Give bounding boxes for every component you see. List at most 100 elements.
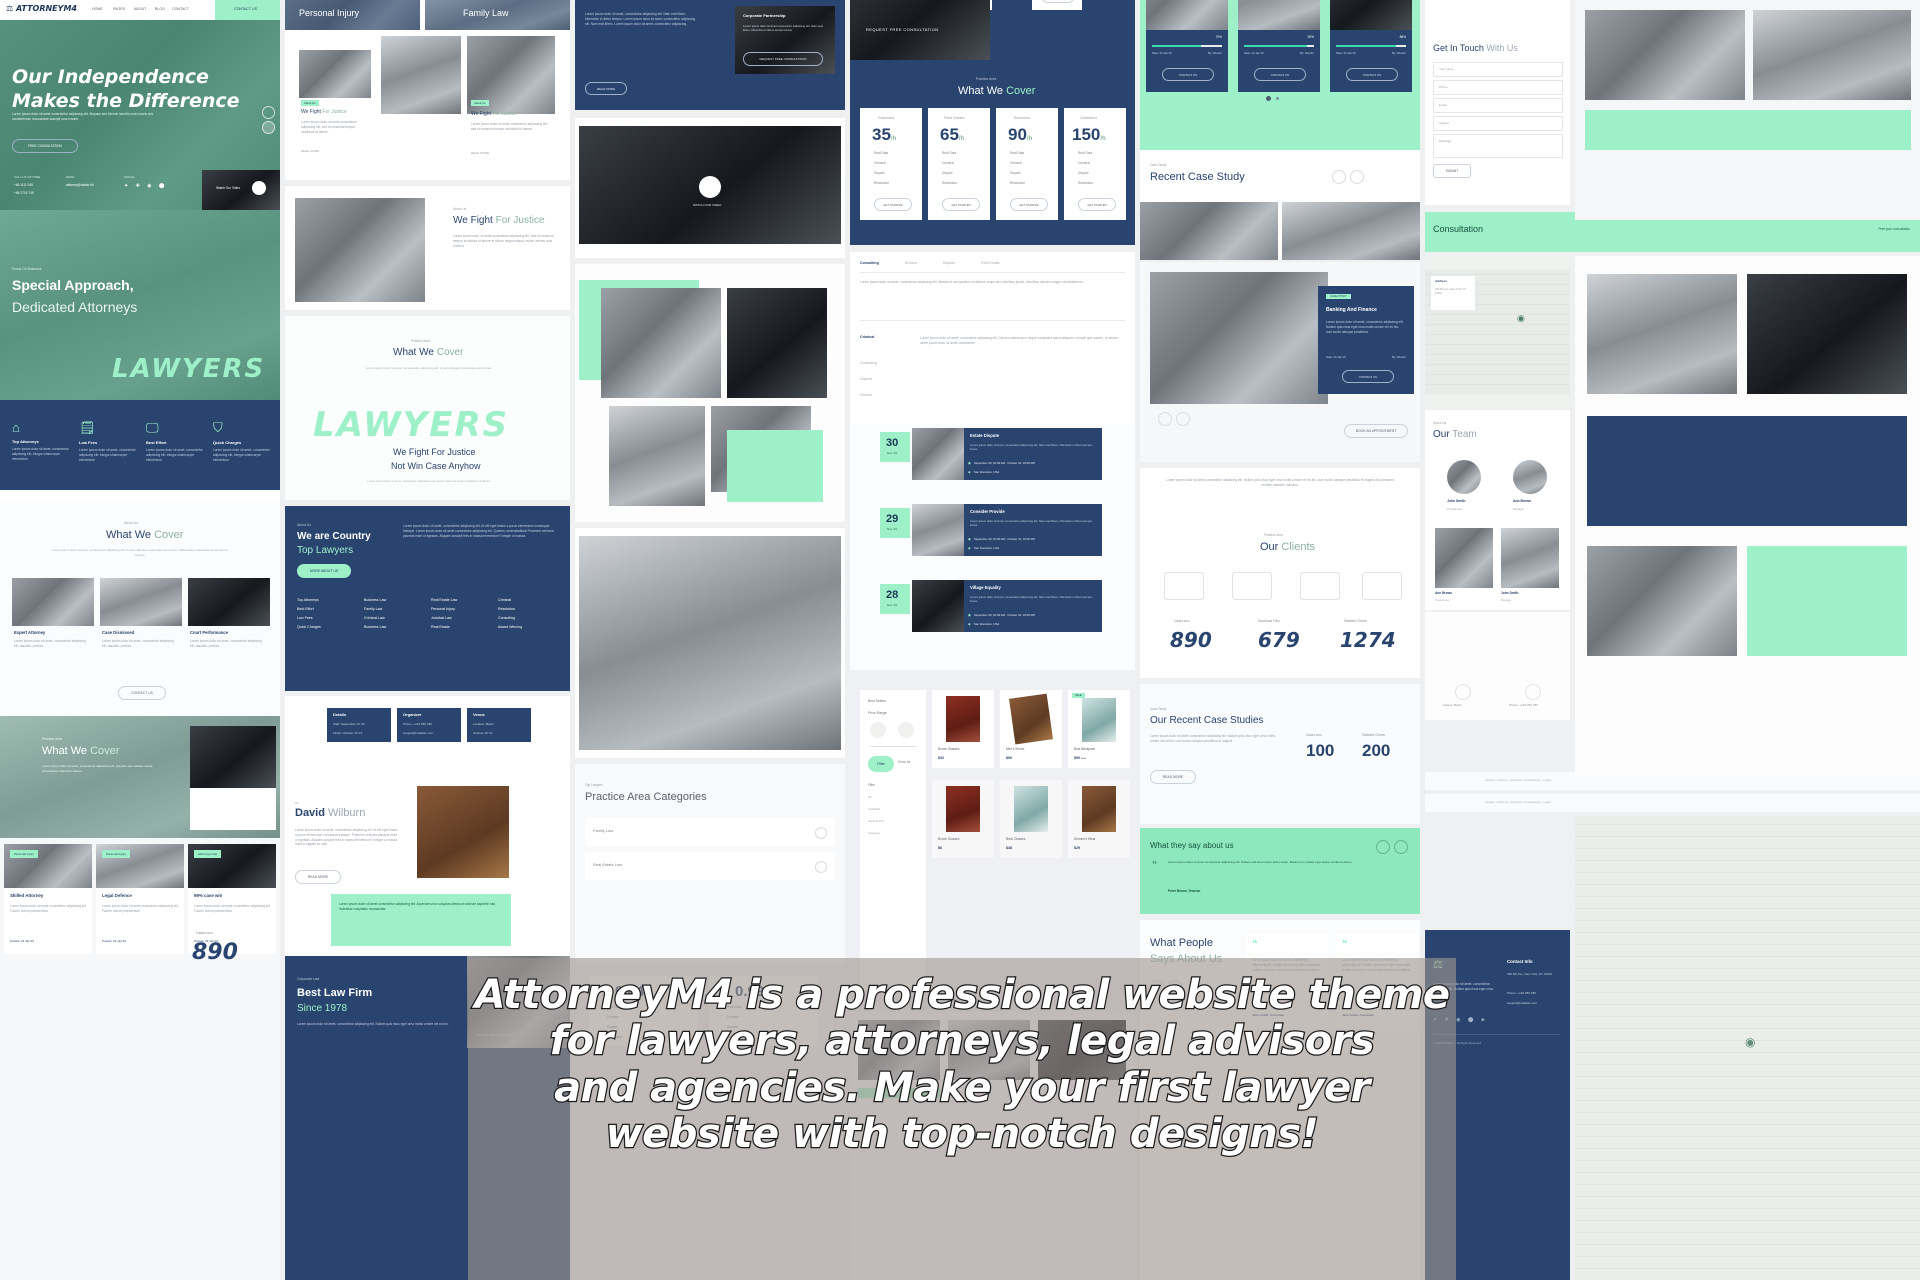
cover-contact-button[interactable]: CONTACT US [118,686,166,700]
product-card-2[interactable]: SALE Blue Backpack $90 $44 [1068,690,1130,768]
tab-real-estate[interactable]: Real Estate [981,261,1000,266]
tag-cell[interactable]: Juridical Law [431,616,492,620]
accordion-label-criminal[interactable]: Criminal [860,335,874,340]
news-card-0[interactable]: Personal Injury Skilled Attorney Lorem i… [4,844,92,954]
testimonial-prev-icon[interactable] [1376,840,1390,854]
recent-readmore-button[interactable]: READ MORE [1150,770,1196,784]
contact-field-message[interactable]: Message [1433,134,1563,158]
contact-field-subject[interactable]: Subject [1433,116,1563,131]
buy-now-button[interactable]: BUY NOW [1042,0,1074,3]
tag-cell[interactable]: Real Estate [431,625,492,629]
banking-next-icon[interactable] [1176,412,1190,426]
testimonial-next-icon[interactable] [1394,840,1408,854]
header-cta-button[interactable]: CONTACT US [234,7,257,12]
tag-cell[interactable]: Low Fees [297,616,358,620]
case-contact-button[interactable]: CONTACT US [1254,68,1306,81]
filter-option[interactable]: All [868,796,871,799]
attorney-readmore-button[interactable]: READ MORE [295,870,341,884]
footer-email[interactable]: support@mailster.com [1507,1002,1537,1005]
plan-cta-button[interactable]: GET STARTED [874,198,912,211]
tag-cell[interactable]: Business Law [364,598,425,602]
we-fight-title: We Fight For Justice [453,216,545,226]
product-card-3[interactable]: Brown Glasses $6 [932,780,994,858]
thumb-readmore-2[interactable]: READ MORE [471,152,489,155]
hero-next-arrow[interactable] [262,121,275,134]
tab-consulting[interactable]: Consulting [860,261,879,266]
filter-button[interactable]: Filter [868,756,894,772]
accordion-label-dispute[interactable]: Dispute [860,377,872,382]
plan-cta-button[interactable]: GET STARTED [942,198,980,211]
event-row-0[interactable]: Estate Dispute Lorem ipsum dolor sit ame… [912,428,1102,480]
country-button[interactable]: MORE ABOUT US [297,564,351,578]
book-appointment-button[interactable]: BOOK AN APPOINTMENT [1344,424,1408,438]
carousel-dot-active[interactable] [1266,96,1271,101]
tag-cell[interactable]: Best Effort [297,607,358,611]
hero-cta-button[interactable]: FREE CONSULTATION [12,139,78,153]
event-row-1[interactable]: Consider Provide Lorem ipsum dolor sit a… [912,504,1102,556]
news-card-1[interactable]: Personal Injury Legal Defence Lorem ipsu… [96,844,184,954]
plan-card-3: Unlimited 150/h Real Data Criminal Dispu… [1064,108,1126,220]
case-study-title: Recent Case Study [1150,171,1245,183]
practice-cat-row-0[interactable]: Family Law [585,818,835,846]
social-icons[interactable]: ✦ ✚ ◉ ⬤ [124,184,168,189]
banking-prev-icon[interactable] [1158,412,1172,426]
nav-item-about[interactable]: ABOUT [134,7,146,12]
tag-cell[interactable]: Quick Charges [297,625,358,629]
case-contact-button[interactable]: CONTACT US [1162,68,1214,81]
tag-cell[interactable]: Personal Injury [431,607,492,611]
show-all-button[interactable]: Show all [898,760,910,764]
contact-field-name[interactable]: Your name [1433,62,1563,77]
event-row-2[interactable]: Village Equality Lorem ipsum dolor sit a… [912,580,1102,632]
banking-contact-button[interactable]: CONTACT US [1342,370,1394,383]
accordion-label-divorce[interactable]: Divorce [860,393,872,398]
carousel-next-icon[interactable] [1350,170,1364,184]
col3-readmore-button[interactable]: READ MORE [585,82,627,95]
carousel-dot[interactable] [1276,97,1279,100]
play-icon[interactable] [699,176,721,198]
tag-cell[interactable]: Criminal Law [364,616,425,620]
nav-item-pages[interactable]: PAGES [113,7,125,12]
thumb-readmore-0[interactable]: READ MORE [301,150,319,153]
tag-cell[interactable]: Award Winning [498,625,559,629]
carousel-prev-icon[interactable] [1332,170,1346,184]
tag-cell[interactable]: Family Law [364,607,425,611]
nav-item-blog[interactable]: BLOG [155,7,165,12]
filter-option[interactable]: Hand & Fist [868,820,884,823]
tag-cell[interactable]: Criminal [498,598,559,602]
hero-email[interactable]: attorney@mailer.tld [66,183,94,187]
product-card-5[interactable]: Women's Wear $29 [1068,780,1130,858]
hero-video-thumbnail[interactable] [202,170,280,210]
tag-cell[interactable]: Consulting [498,616,559,620]
chevron-right-icon[interactable] [815,861,827,873]
col3-request-consultation-button[interactable]: REQUEST FREE CONSULTATION [743,52,823,66]
contact-submit-button[interactable]: SUBMIT [1433,164,1471,178]
accordion-label-consulting[interactable]: Consulting [860,361,877,366]
tag-cell[interactable]: Resolution [498,607,559,611]
price-slider[interactable] [870,746,916,747]
tag-cell[interactable]: Real Estate Law [431,598,492,602]
tab-divorce[interactable]: Divorce [905,261,917,266]
tag-cell[interactable]: Top Attorneys [297,598,358,602]
filter-option[interactable]: Available [868,808,880,811]
chevron-right-icon[interactable] [815,827,827,839]
product-card-1[interactable]: Men's Shoes $90 [1000,690,1062,768]
plan-cta-button[interactable]: GET STARTED [1078,198,1116,211]
price-min-knob[interactable] [870,722,886,738]
news-card-2[interactable]: Attorneys Law 99% case win Lorem ipsum d… [188,844,276,954]
price-max-knob[interactable] [898,722,914,738]
tab-dispute[interactable]: Dispute [943,261,955,266]
nav-item-home[interactable]: HOME [92,7,103,12]
contact-field-email[interactable]: Email [1433,98,1563,113]
play-icon[interactable] [252,181,266,195]
contact-field-phone[interactable]: Phone [1433,80,1563,95]
plan-cta-button[interactable]: GET STARTED [1010,198,1048,211]
nav-item-contact[interactable]: CONTACT [172,7,189,12]
tag-cell[interactable]: Business Law [364,625,425,629]
site-logo[interactable]: ATTORNEYM4 [16,5,77,13]
product-card-0[interactable]: Brown Glasses $32 [932,690,994,768]
case-contact-button[interactable]: CONTACT US [1346,68,1398,81]
practice-cat-row-1[interactable]: Real Estate Law [585,852,835,880]
hero-prev-arrow[interactable] [262,106,275,119]
filter-option[interactable]: Category [868,832,880,835]
product-card-4[interactable]: Brick Glasses $48 [1000,780,1062,858]
